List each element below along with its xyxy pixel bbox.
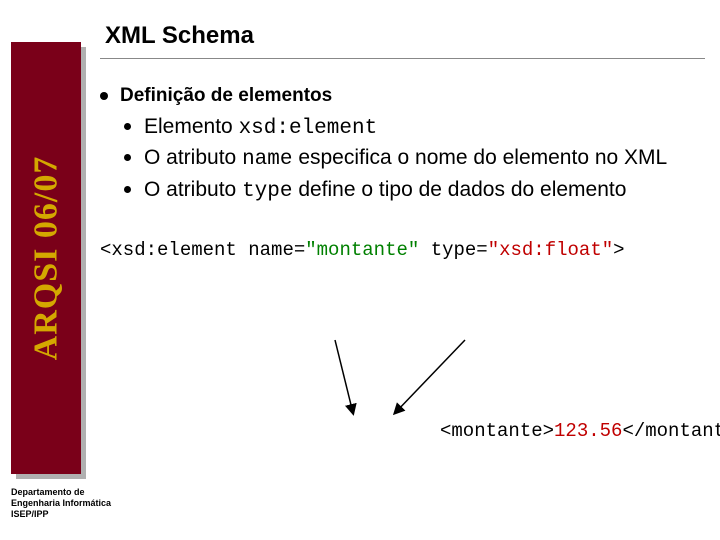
content: Definição de elementos Elemento xsd:elem… bbox=[100, 85, 710, 261]
text-pre: O atributo bbox=[144, 178, 242, 201]
text-post: define o tipo de dados do elemento bbox=[292, 178, 626, 201]
bullet-dot-icon bbox=[124, 123, 131, 130]
sidebar: ARQSI 06/07 bbox=[11, 42, 81, 474]
arrow-icon bbox=[335, 340, 353, 413]
footer: Departamento de Engenharia Informática I… bbox=[11, 487, 111, 519]
arrows-svg bbox=[295, 335, 545, 425]
arrow-icon bbox=[395, 340, 465, 413]
code-span: type bbox=[242, 180, 292, 203]
list-text: O atributo name especifica o nome do ele… bbox=[144, 144, 667, 173]
example-open: <montante> bbox=[440, 420, 554, 442]
footer-line: Departamento de bbox=[11, 487, 111, 498]
list-text: O atributo type define o tipo de dados d… bbox=[144, 176, 626, 205]
text-pre: Elemento bbox=[144, 115, 239, 138]
list-item: Elemento xsd:element bbox=[124, 113, 710, 142]
list-text: Elemento xsd:element bbox=[144, 113, 377, 142]
bullet-dot-icon bbox=[124, 154, 131, 161]
code-attr1-val: "montante" bbox=[305, 239, 419, 261]
code-attr1-name: name= bbox=[248, 239, 305, 261]
bullet-dot-icon bbox=[100, 92, 108, 100]
footer-line: ISEP/IPP bbox=[11, 509, 111, 520]
sublist: Elemento xsd:element O atributo name esp… bbox=[124, 113, 710, 205]
text-post: especifica o nome do elemento no XML bbox=[292, 146, 667, 169]
code-line: <xsd:element name="montante" type="xsd:f… bbox=[100, 239, 710, 261]
code-span: xsd:element bbox=[239, 117, 378, 140]
list-item: O atributo type define o tipo de dados d… bbox=[124, 176, 710, 205]
example-val: 123.56 bbox=[554, 420, 622, 442]
heading: Definição de elementos bbox=[120, 85, 332, 107]
code-attr2-name: type= bbox=[431, 239, 488, 261]
page-title: XML Schema bbox=[105, 22, 254, 50]
code-close: > bbox=[613, 239, 624, 261]
title-rule bbox=[100, 58, 705, 59]
code-attr2-val: "xsd:float" bbox=[488, 239, 613, 261]
code-sep bbox=[419, 239, 430, 261]
bullet-dot-icon bbox=[124, 186, 131, 193]
text-pre: O atributo bbox=[144, 146, 242, 169]
footer-line: Engenharia Informática bbox=[11, 498, 111, 509]
list-item: O atributo name especifica o nome do ele… bbox=[124, 144, 710, 173]
code-open: <xsd:element bbox=[100, 239, 248, 261]
example-close: </montante> bbox=[622, 420, 720, 442]
bullet-lvl1: Definição de elementos bbox=[100, 85, 710, 107]
example-line: <montante>123.56</montante> bbox=[440, 420, 720, 442]
code-span: name bbox=[242, 148, 292, 171]
sidebar-label: ARQSI 06/07 bbox=[27, 156, 65, 361]
